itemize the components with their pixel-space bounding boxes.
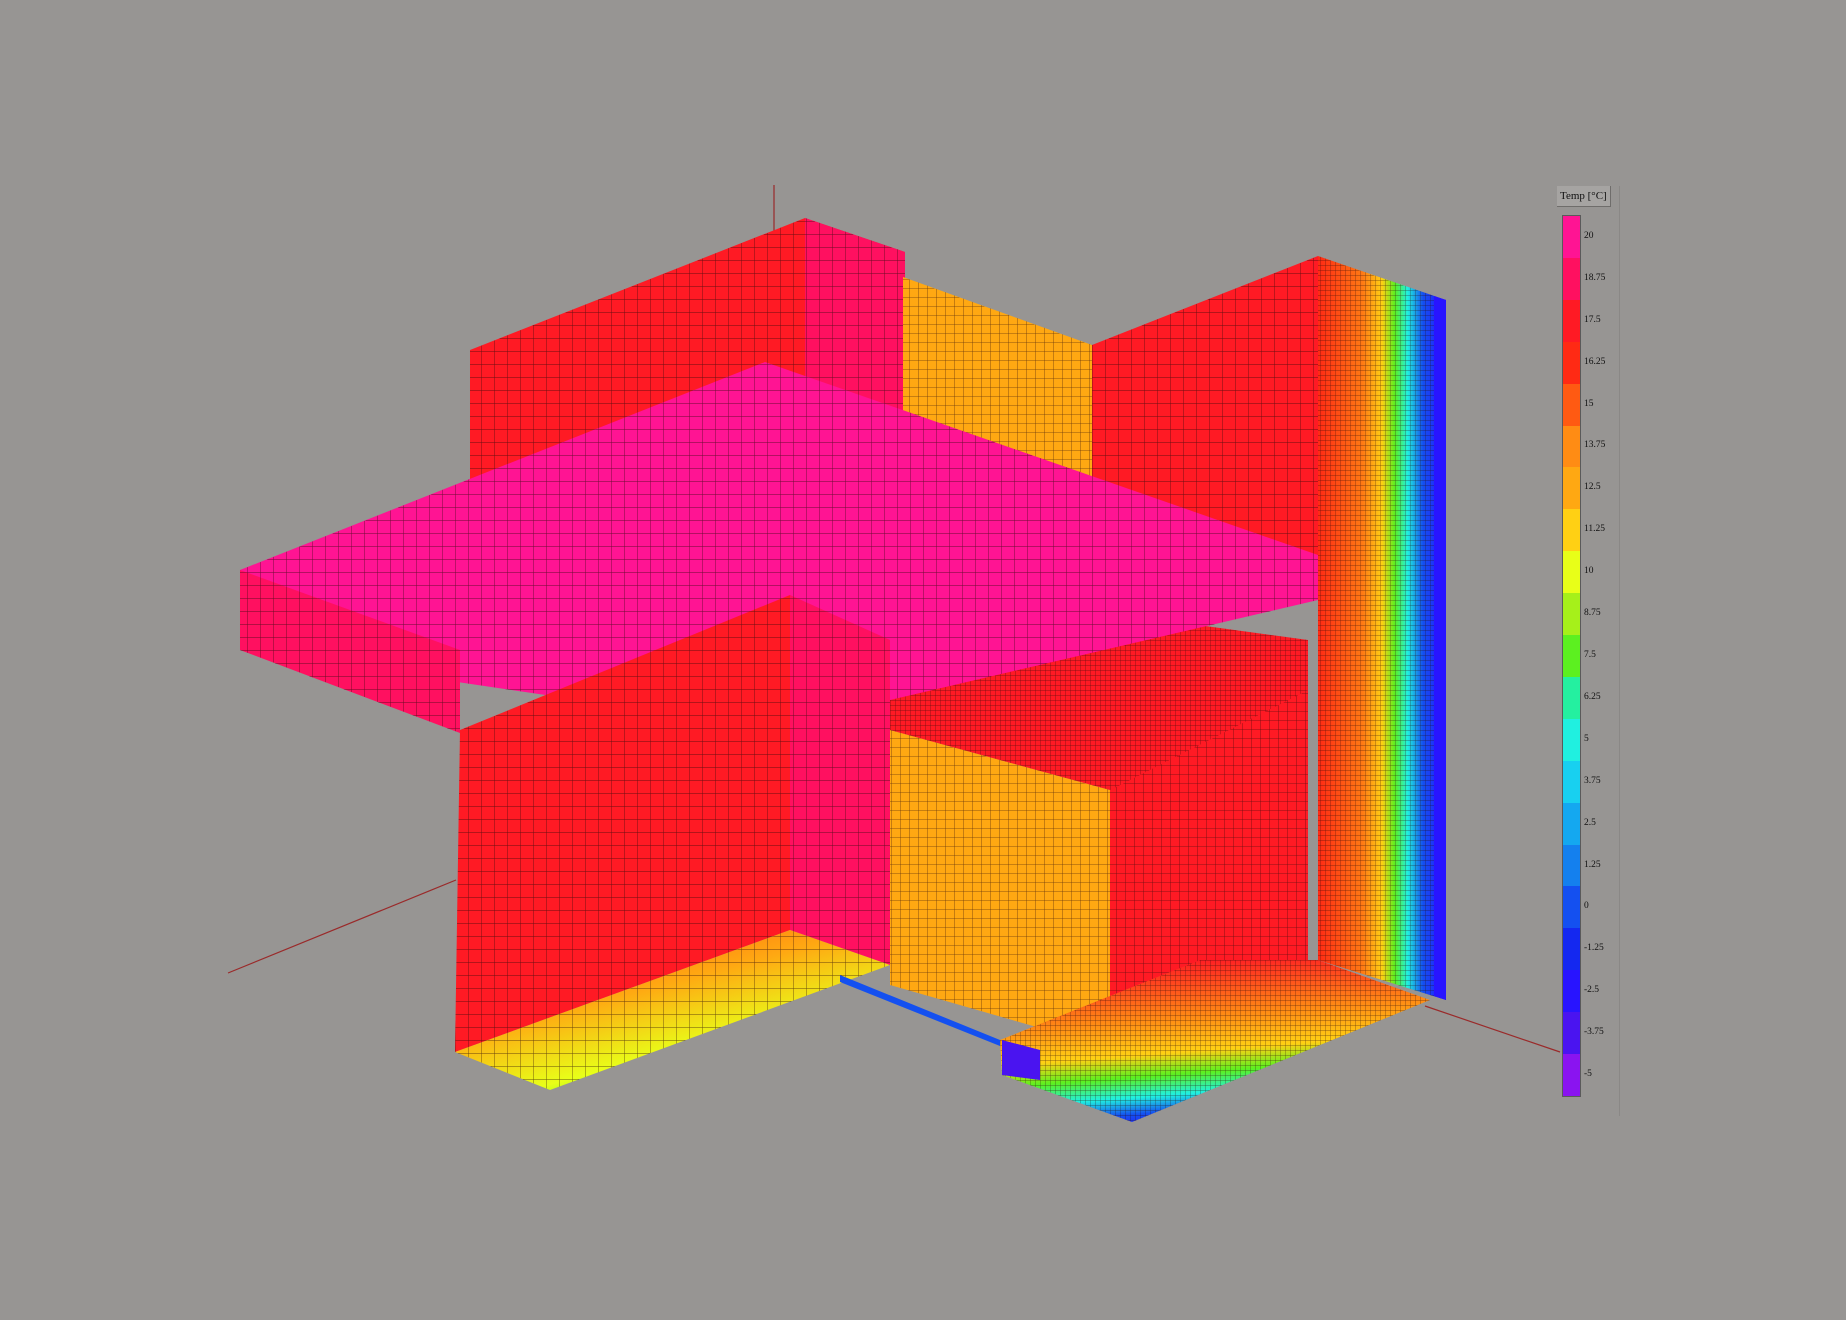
legend-tick-label: -2.5: [1584, 985, 1600, 996]
legend-tick-label: -5: [1584, 1069, 1592, 1080]
legend-tick-label: 12.5: [1584, 482, 1601, 493]
legend-swatch: [1563, 509, 1580, 552]
legend-swatch: [1563, 299, 1580, 343]
legend-tick-label: 16.25: [1584, 356, 1606, 367]
legend-tick-label: 10: [1584, 566, 1594, 577]
legend-swatch: [1563, 1054, 1580, 1097]
legend-swatch: [1563, 970, 1580, 1013]
legend-swatch: [1563, 1012, 1580, 1055]
legend-title: Temp [°C]: [1557, 186, 1611, 207]
legend-tick-label: 0: [1584, 901, 1589, 912]
legend-tick-label: 13.75: [1584, 440, 1606, 451]
legend-tick-label: 17.5: [1584, 314, 1601, 325]
legend-tick-label: 15: [1584, 398, 1594, 409]
legend-swatch: [1563, 718, 1580, 762]
legend-swatch: [1563, 802, 1580, 846]
legend-swatch: [1563, 257, 1580, 301]
legend-swatch: [1563, 383, 1580, 426]
legend-tick-label: 11.25: [1584, 524, 1606, 535]
legend-tick-label: -1.25: [1584, 943, 1604, 954]
legend-tick-label: 2.5: [1584, 817, 1596, 828]
legend-tick-label: -3.75: [1584, 1027, 1604, 1038]
legend-tick-label: 1.25: [1584, 859, 1601, 870]
legend-color-scale: [1562, 215, 1581, 1097]
legend-swatch: [1563, 551, 1580, 594]
legend-swatch: [1563, 635, 1580, 678]
legend-swatch: [1563, 760, 1580, 804]
legend-tick-label: 3.75: [1584, 775, 1601, 786]
legend-swatch: [1563, 425, 1580, 468]
thermal-model: [240, 218, 1446, 1122]
legend-tick-label: 20: [1584, 230, 1594, 241]
legend-tick-label: 5: [1584, 733, 1589, 744]
legend-swatch: [1563, 676, 1580, 720]
legend-swatch: [1563, 216, 1580, 259]
legend-swatch: [1563, 467, 1580, 510]
temperature-legend: Temp [°C] 20 18.75 17.5 16.25 15 13.75 12.5 11.…: [1555, 186, 1620, 1116]
legend-swatch: [1563, 593, 1580, 636]
legend-swatch: [1563, 341, 1580, 385]
legend-swatch: [1563, 886, 1580, 929]
legend-swatch: [1563, 844, 1580, 887]
legend-tick-label: 6.25: [1584, 691, 1601, 702]
legend-tick-label: 8.75: [1584, 608, 1601, 619]
legend-tick-label: 7.5: [1584, 650, 1596, 660]
legend-tick-label: 18.75: [1584, 272, 1606, 283]
legend-swatch: [1563, 928, 1580, 971]
